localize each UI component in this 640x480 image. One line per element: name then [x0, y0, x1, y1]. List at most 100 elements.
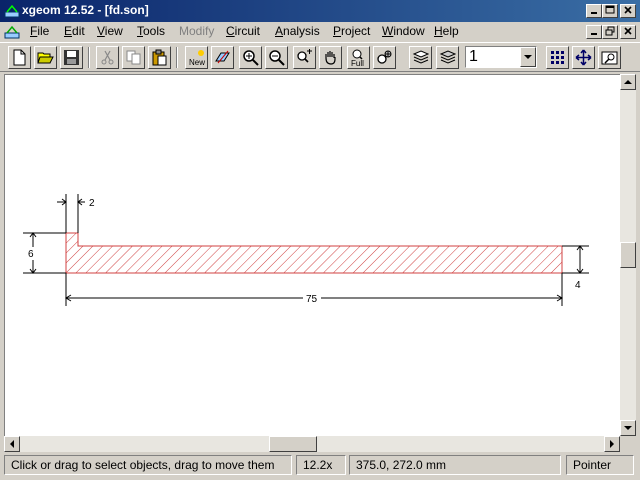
- menu-circuit[interactable]: Circuit: [222, 23, 264, 40]
- cut-button[interactable]: [96, 46, 119, 69]
- scroll-down-button[interactable]: [620, 420, 636, 436]
- geometry-icon: [215, 50, 230, 64]
- minimize-button[interactable]: [586, 4, 602, 18]
- scroll-right-button[interactable]: [604, 436, 620, 452]
- title-bar[interactable]: xgeom 12.52 - [fd.son]: [0, 0, 640, 22]
- dimension-bottom-label: 75: [306, 294, 318, 305]
- layer-up-button[interactable]: [409, 46, 432, 69]
- dimension-left-label: 6: [28, 249, 34, 260]
- dimension-right-label: 4: [575, 280, 581, 291]
- move-icon: [575, 49, 592, 66]
- arrow-down-icon: [624, 426, 632, 430]
- chevron-down-icon: [524, 55, 532, 59]
- menu-modify[interactable]: Modify: [175, 23, 218, 40]
- layer-select-value: 1: [469, 48, 478, 65]
- zoom-box-button[interactable]: [293, 46, 316, 69]
- paste-button[interactable]: [148, 46, 171, 69]
- edit-geometry-button[interactable]: [211, 46, 234, 69]
- vertical-scrollbar[interactable]: [620, 74, 636, 436]
- menu-help[interactable]: Help: [430, 23, 463, 40]
- close-button[interactable]: [620, 4, 636, 18]
- dimension-top-label: 2: [89, 198, 95, 209]
- status-mode: Pointer: [566, 455, 634, 475]
- menu-analysis[interactable]: Analysis: [271, 23, 324, 40]
- cut-icon: [101, 50, 114, 65]
- new-item-icon: New: [189, 50, 205, 67]
- drawing-canvas[interactable]: 2 6 4 75: [4, 74, 620, 436]
- doc-minimize-button[interactable]: [586, 25, 602, 39]
- svg-text:New: New: [189, 58, 205, 67]
- horizontal-scrollbar[interactable]: [4, 436, 620, 452]
- window-title: xgeom 12.52 - [fd.son]: [22, 3, 149, 17]
- vertical-scroll-thumb[interactable]: [620, 242, 636, 268]
- close-icon: [624, 6, 632, 14]
- zoom-out-button[interactable]: [265, 46, 288, 69]
- menu-project[interactable]: Project: [329, 23, 374, 40]
- minimize-icon: [591, 12, 597, 14]
- hand-icon: [325, 51, 336, 65]
- menu-edit[interactable]: Edit: [60, 23, 89, 40]
- doc-close-button[interactable]: [620, 25, 636, 39]
- svg-text:Full: Full: [351, 59, 364, 68]
- dropdown-button[interactable]: [520, 47, 536, 67]
- paste-icon: [152, 49, 167, 66]
- new-file-icon: [13, 49, 26, 66]
- zoom-in-icon: [243, 50, 259, 66]
- arrow-right-icon: [610, 440, 614, 448]
- zoom-window-icon: [601, 51, 618, 65]
- copy-button[interactable]: [122, 46, 145, 69]
- scrollbar-corner: [620, 436, 636, 452]
- geometry-drawing: 2 6 4 75: [23, 194, 589, 306]
- status-zoom: 12.2x: [296, 455, 346, 475]
- scroll-up-button[interactable]: [620, 74, 636, 90]
- zoom-in-button[interactable]: [239, 46, 262, 69]
- menu-window[interactable]: Window: [378, 23, 429, 40]
- pan-button[interactable]: [319, 46, 342, 69]
- horizontal-scroll-thumb[interactable]: [269, 436, 317, 452]
- status-bar: Click or drag to select objects, drag to…: [0, 452, 640, 480]
- close-icon: [624, 27, 632, 35]
- menu-tools[interactable]: Tools: [133, 23, 169, 40]
- maximize-icon: [605, 5, 615, 14]
- menu-file[interactable]: File: [26, 23, 53, 40]
- minimize-icon: [591, 33, 597, 35]
- grid-icon: [551, 51, 564, 64]
- zoom-extents-icon: [377, 50, 392, 64]
- move-button[interactable]: [572, 46, 595, 69]
- status-message: Click or drag to select objects, drag to…: [4, 455, 292, 475]
- scroll-left-button[interactable]: [4, 436, 20, 452]
- open-folder-icon: [37, 52, 54, 64]
- status-coordinates: 375.0, 272.0 mm: [349, 455, 561, 475]
- maximize-button[interactable]: [602, 4, 618, 18]
- toolbar-separator: [176, 47, 178, 68]
- menu-view[interactable]: View: [93, 23, 127, 40]
- zoom-out-icon: [269, 50, 285, 66]
- layers-down-icon: [439, 50, 456, 64]
- zoom-window-button[interactable]: [598, 46, 621, 69]
- arrow-left-icon: [10, 440, 14, 448]
- open-file-button[interactable]: [34, 46, 57, 69]
- toolbar-separator: [88, 47, 90, 68]
- zoom-box-icon: [297, 49, 312, 63]
- full-view-button[interactable]: Full: [347, 46, 370, 69]
- doc-restore-button[interactable]: [602, 25, 618, 39]
- grid-button[interactable]: [546, 46, 569, 69]
- copy-icon: [126, 50, 141, 65]
- toolbar: New Full: [0, 42, 640, 72]
- new-item-button[interactable]: New: [185, 46, 208, 69]
- document-icon[interactable]: [4, 24, 20, 40]
- new-file-button[interactable]: [8, 46, 31, 69]
- full-view-icon: Full: [351, 49, 364, 68]
- dimension-right: [562, 245, 589, 274]
- dimension-top: [57, 194, 85, 233]
- save-icon: [64, 50, 79, 65]
- layer-select[interactable]: 1: [465, 46, 537, 68]
- zoom-extents-button[interactable]: [373, 46, 396, 69]
- layer-down-button[interactable]: [436, 46, 459, 69]
- layers-up-icon: [412, 50, 429, 64]
- arrow-up-icon: [624, 80, 632, 84]
- app-icon: [4, 4, 20, 18]
- conductor-shape[interactable]: [65, 232, 563, 274]
- save-button[interactable]: [60, 46, 83, 69]
- menu-bar: File Edit View Tools Modify Circuit Anal…: [0, 22, 640, 41]
